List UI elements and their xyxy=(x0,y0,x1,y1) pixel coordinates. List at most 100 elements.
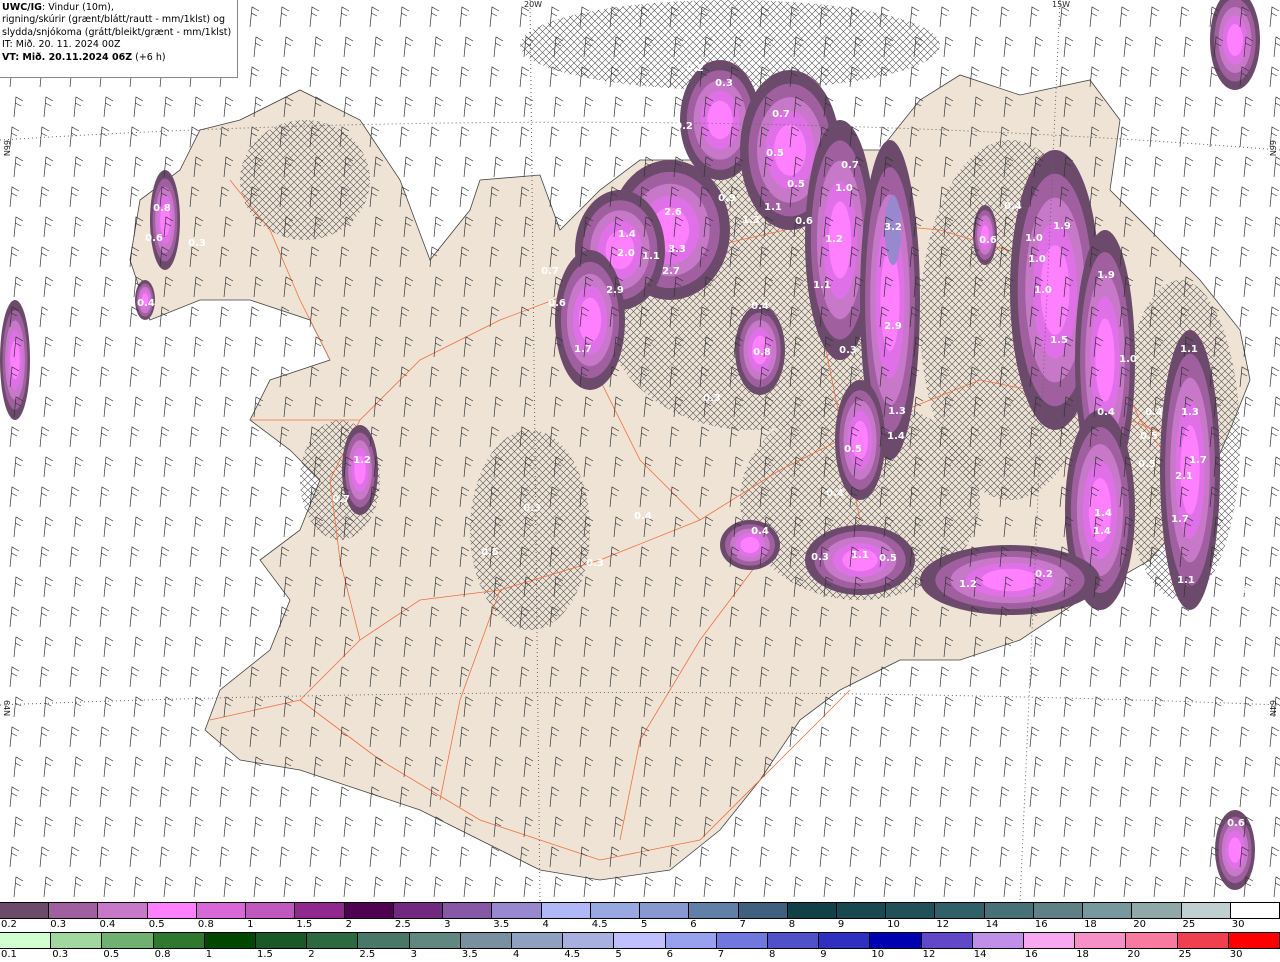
snow-legend-swatch xyxy=(886,903,936,918)
precip-value-label: 1.0 xyxy=(1119,354,1137,365)
precip-value-label: 1.5 xyxy=(1050,335,1068,346)
rain-legend-swatch xyxy=(102,933,154,948)
precip-value-label: 0.3 xyxy=(839,345,857,356)
rain-legend-label: 6 xyxy=(666,949,673,960)
rain-legend-label: 10 xyxy=(871,949,885,960)
precip-value-label: 1.9 xyxy=(1053,221,1071,232)
precip-value-label: 2.0 xyxy=(617,248,635,259)
rain-legend-label: 1 xyxy=(205,949,213,960)
model-name: UWC/IG xyxy=(2,2,42,13)
snow-legend-swatch xyxy=(196,903,247,918)
precip-value-label: 1.2 xyxy=(959,579,977,590)
precip-value-label: 0.5 xyxy=(787,179,805,190)
precip-value-label: 0.3 xyxy=(811,552,829,563)
rain-legend-label: 4.5 xyxy=(564,949,581,960)
precip-value-label: 0.4 xyxy=(1004,201,1022,212)
precip-value-label: 3.2 xyxy=(884,222,902,233)
lon-label-20w: 20W xyxy=(524,0,542,9)
lat-label-66n-right: 66N xyxy=(1268,140,1277,156)
snow-legend-label: 7 xyxy=(739,919,746,930)
rain-legend-swatch xyxy=(358,933,410,948)
rain-legend-swatch xyxy=(153,933,205,948)
precip-value-label: 0.5 xyxy=(38,329,56,340)
precip-value-label: 0.5 xyxy=(844,444,862,455)
rain-legend-label: 30 xyxy=(1229,949,1243,960)
precip-contour xyxy=(880,248,900,352)
rain-legend-swatch xyxy=(409,933,461,948)
snow-legend-label: 4 xyxy=(542,919,549,930)
rain-legend-label: 7 xyxy=(717,949,725,960)
rain-legend-swatch xyxy=(307,933,359,948)
precip-value-label: 0.3 xyxy=(523,503,541,514)
snow-legend-label: 0.5 xyxy=(148,919,165,930)
rain-legend-swatch xyxy=(870,933,922,948)
precip-value-label: 0.5 xyxy=(879,553,897,564)
rain-legend-swatch xyxy=(1024,933,1076,948)
snow-legend-label: 3.5 xyxy=(493,919,510,930)
rain-legend-label: 3 xyxy=(410,949,417,960)
precip-value-label: 0.4 xyxy=(137,298,155,309)
snow-legend-label: 3 xyxy=(444,919,451,930)
precip-value-label: 1.3 xyxy=(1181,407,1199,418)
rain-legend-swatch xyxy=(204,933,257,948)
lead-time: (+6 h) xyxy=(132,51,166,63)
weather-map[interactable]: 20W 15W 66N 66N 64N 64N 0.2 0.3 0.2 0.7 0.5 0… xyxy=(0,0,1280,902)
precip-value-label: 1.1 xyxy=(642,251,660,262)
rain-legend-label: 18 xyxy=(1076,949,1089,960)
snow-legend-swatch xyxy=(1033,903,1084,918)
snow-legend-label: 2 xyxy=(345,919,352,930)
precip-contour xyxy=(1227,24,1243,56)
snow-legend-label: 18 xyxy=(1084,919,1097,930)
rain-legend-label: 25 xyxy=(1178,949,1192,960)
lat-label-64n: 64N xyxy=(2,700,11,716)
snow-legend-label: 10 xyxy=(887,919,900,930)
snow-legend-label: 20 xyxy=(1133,919,1147,930)
precip-value-label: 1.3 xyxy=(888,406,906,417)
precip-value-label: 0.4 xyxy=(751,526,769,537)
snow-legend-swatch xyxy=(689,903,739,918)
snow-legend-label: 6 xyxy=(690,919,697,930)
precip-value-label: 0.2 xyxy=(686,63,704,74)
lat-label-64n-right: 64N xyxy=(1268,700,1277,716)
precip-value-label: 0.3 xyxy=(188,238,206,249)
rain-legend-label: 3.5 xyxy=(461,949,478,960)
color-legend: 0.2 0.3 0.4 0.5 0.8 1 1.5 2 2.5 3 3.5 4 4.5 5 6 7 8 9 10 12… xyxy=(0,902,1280,960)
valid-time-line: VT: Mið. 20.11.2024 06Z (+6 h) xyxy=(2,52,237,64)
rain-legend-swatch xyxy=(0,933,52,948)
snow-legend-label: 12 xyxy=(936,919,950,930)
precip-value-label: 0.2 xyxy=(675,121,693,132)
precip-value-label: 1.4 xyxy=(1094,508,1112,519)
rain-legend-label: 0.1 xyxy=(1,949,17,960)
precip-contour xyxy=(981,568,1039,592)
rain-legend-label: 16 xyxy=(1025,949,1038,960)
precip-value-label: 1.4 xyxy=(1093,526,1111,537)
precip-value-label: 1.7 xyxy=(574,344,592,355)
snow-legend-swatch xyxy=(1181,903,1231,918)
precip-value-label: 1.4 xyxy=(618,229,636,240)
precip-value-label: 0.4 xyxy=(1145,407,1163,418)
precip-value-label: 2.9 xyxy=(606,285,624,296)
snow-legend-swatch xyxy=(1132,903,1182,918)
rain-legend-label: 2 xyxy=(308,949,315,960)
rain-legend-bar xyxy=(0,932,1280,949)
snow-legend-swatch xyxy=(738,903,788,918)
snow-legend-swatch xyxy=(147,903,197,918)
hatch-region xyxy=(240,120,370,240)
precip-value-label: 0.4 xyxy=(826,488,844,499)
snow-legend-swatch xyxy=(590,903,641,918)
precip-value-label: 0.7 xyxy=(772,109,790,120)
snow-legend-label: 1.5 xyxy=(296,919,313,930)
rain-legend-swatch xyxy=(256,933,308,948)
snow-legend-label: 0.2 xyxy=(1,919,17,930)
snow-legend-bar xyxy=(0,902,1280,919)
title-line-3: slydda/snjókoma (grátt/bleikt/grænt - mm… xyxy=(2,26,232,38)
precip-value-label: 2.7 xyxy=(662,266,680,277)
precip-value-label: 2.1 xyxy=(1175,471,1193,482)
precip-value-label: 0.6 xyxy=(548,298,566,309)
precip-value-label: 0.8 xyxy=(753,347,771,358)
precip-value-label: 0.5 xyxy=(1138,459,1156,470)
precip-value-label: 1.0 xyxy=(1028,254,1046,265)
precip-value-label: 1.9 xyxy=(1097,270,1115,281)
issue-time: IT: Mið. 20. 11. 2024 00Z xyxy=(2,39,121,51)
precip-value-label: 1.2 xyxy=(825,234,843,245)
